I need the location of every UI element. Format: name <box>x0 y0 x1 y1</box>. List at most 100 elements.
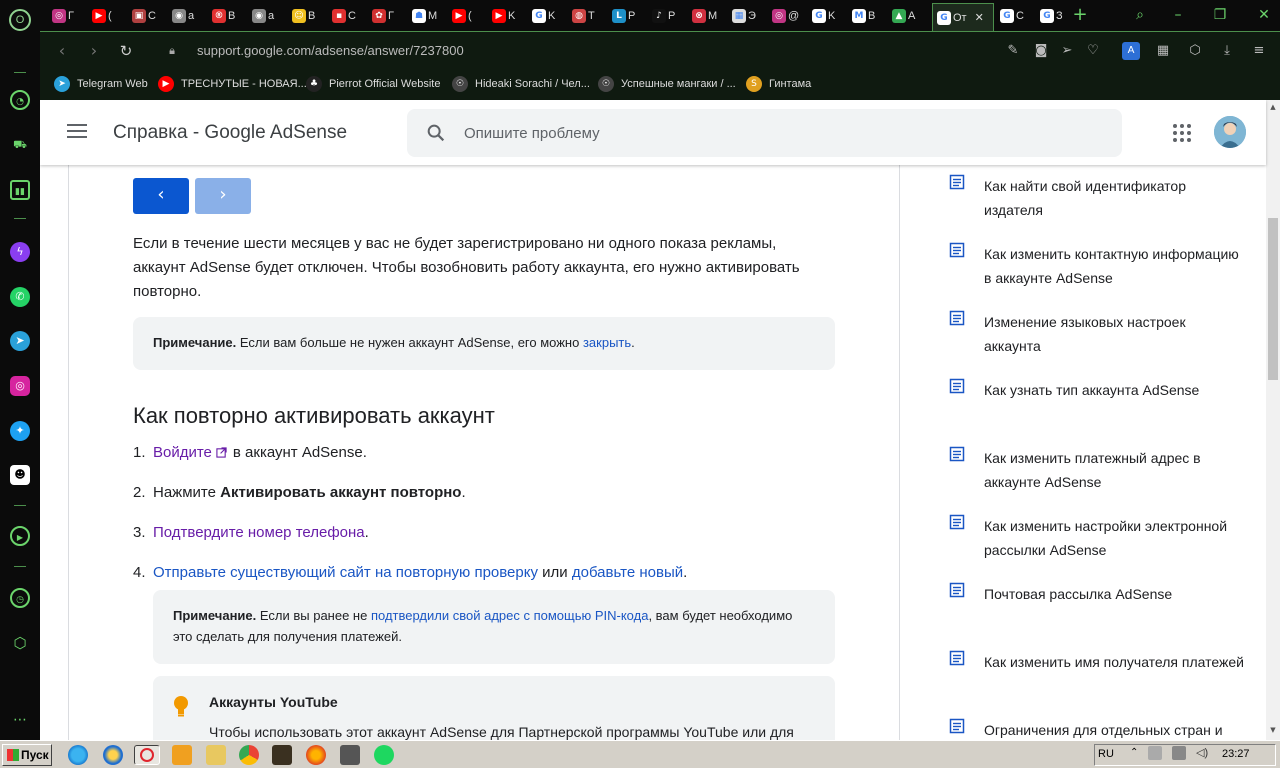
prev-page-button[interactable]: ‹ <box>133 178 189 214</box>
discord-icon[interactable]: ☻ <box>10 465 30 485</box>
telegram-icon[interactable]: ➤ <box>10 331 30 351</box>
browser-tab[interactable]: ▲ A <box>892 5 928 27</box>
opera-logo-icon[interactable]: O <box>9 9 31 31</box>
next-page-button[interactable]: › <box>195 178 251 214</box>
qr-icon[interactable]: ▦ <box>1154 42 1172 60</box>
cube-icon[interactable]: ⬡ <box>1186 42 1204 60</box>
clock[interactable]: 23:27 <box>1222 748 1250 760</box>
bookmark-item[interactable]: ☉ Успешные мангаки / ... <box>598 76 736 92</box>
browser-tab[interactable]: ♪ Р <box>652 5 688 27</box>
browser-tab[interactable]: ▦ Э <box>732 5 768 27</box>
close-window-icon[interactable]: ✕ <box>1254 5 1274 25</box>
search-box[interactable] <box>407 109 1122 157</box>
back-icon[interactable]: ‹ <box>52 41 72 61</box>
browser-tab[interactable]: G От ✕ <box>932 3 994 31</box>
main-menu-icon[interactable] <box>67 124 87 140</box>
bookmark-item[interactable]: ☉ Hideaki Sorachi / Чел... <box>452 76 590 92</box>
add-new-site-link[interactable]: добавьте новый <box>572 564 683 581</box>
related-article-link[interactable]: Как найти свой идентификатор издателя <box>949 174 1249 222</box>
page-title[interactable]: Справка - Google AdSense <box>113 122 347 144</box>
battery-icon[interactable] <box>1172 746 1186 760</box>
browser-tab[interactable]: ▶( <box>452 5 488 27</box>
twitch-icon[interactable]: ▮▮ <box>10 180 30 200</box>
browser-tab[interactable]: ▶( <box>92 5 128 27</box>
chrome-icon[interactable] <box>239 745 259 765</box>
browser-tab[interactable]: ◎ Г <box>52 5 88 27</box>
related-article-link[interactable]: Почтовая рассылка AdSense <box>949 582 1249 630</box>
start-button[interactable]: Пуск <box>2 744 52 766</box>
browser-tab[interactable]: ◍ Т <box>572 5 608 27</box>
browser-tab[interactable]: ⊗ M <box>692 5 728 27</box>
opera-taskbar-icon[interactable] <box>134 745 160 765</box>
minimize-icon[interactable]: – <box>1168 5 1188 25</box>
camera-icon[interactable]: ◙ <box>1032 42 1050 60</box>
restore-icon[interactable]: ❐ <box>1210 5 1230 25</box>
bookmark-item[interactable]: ▶ ТРЕСНУТЫЕ - НОВАЯ... <box>158 76 307 92</box>
messenger-icon[interactable]: ϟ <box>10 242 30 262</box>
avatar[interactable] <box>1214 116 1246 148</box>
browser-tab[interactable]: ▶ K <box>492 5 528 27</box>
media-player-icon[interactable] <box>172 745 192 765</box>
browser-tab[interactable]: ® В <box>212 5 248 27</box>
browser-tab[interactable]: GK <box>812 5 848 27</box>
browser-tab[interactable]: ◎ @ <box>772 5 808 27</box>
volume-icon[interactable]: ◁) <box>1196 746 1208 759</box>
related-article-link[interactable]: Как узнать тип аккаунта AdSense <box>949 378 1249 426</box>
google-apps-icon[interactable] <box>1173 124 1191 142</box>
sign-in-link[interactable]: Войдите <box>153 444 212 461</box>
verify-phone-link[interactable]: Подтвердите номер телефона <box>153 524 365 541</box>
browser-tab[interactable]: ✿ Г <box>372 5 408 27</box>
browser-tab[interactable]: ▪ С <box>332 5 368 27</box>
heart-icon[interactable]: ♡ <box>1084 42 1102 60</box>
browser-tab[interactable]: GС <box>1000 5 1036 27</box>
related-article-link[interactable]: Как изменить контактную информацию в акк… <box>949 242 1249 290</box>
tray-expand-icon[interactable]: ⌃ <box>1130 747 1138 758</box>
menu-lines-icon[interactable]: ≡ <box>1250 42 1268 60</box>
reload-icon[interactable]: ↻ <box>116 41 136 61</box>
speed-dial-icon[interactable]: ◔ <box>10 90 30 110</box>
app-icon[interactable] <box>272 745 292 765</box>
related-article-link[interactable]: Изменение языковых настроек аккаунта <box>949 310 1249 358</box>
browser-tab[interactable]: ▣ C <box>132 5 168 27</box>
firefox-icon[interactable] <box>306 745 326 765</box>
related-article-link[interactable]: Ограничения для отдельных стран и регион… <box>949 718 1249 740</box>
tab-search-icon[interactable]: ⌕ <box>1130 5 1150 25</box>
search-input[interactable] <box>464 121 1064 145</box>
download-icon[interactable]: ⤓ <box>1218 42 1236 60</box>
folder-icon[interactable] <box>206 745 226 765</box>
spotify-icon[interactable] <box>374 745 394 765</box>
new-tab-plus-icon[interactable]: + <box>1070 5 1090 25</box>
scroll-up-icon[interactable]: ▲ <box>1269 103 1277 111</box>
browser-tab[interactable]: ☗ M <box>412 5 448 27</box>
close-tab-icon[interactable]: ✕ <box>975 11 984 24</box>
url-field[interactable]: support.google.com/adsense/answer/723780… <box>197 43 464 58</box>
related-article-link[interactable]: Как изменить имя получателя платежей <box>949 650 1249 698</box>
language-indicator[interactable]: RU <box>1098 748 1114 760</box>
internet-explorer-icon[interactable] <box>103 745 123 765</box>
history-icon[interactable]: ◷ <box>10 588 30 608</box>
bookmark-item[interactable]: ♣ Pierrot Official Website <box>306 76 440 92</box>
player-icon[interactable]: ▶ <box>10 526 30 546</box>
browser-tab[interactable]: GK <box>532 5 568 27</box>
twitter-icon[interactable]: ✦ <box>10 421 30 441</box>
resubmit-site-link[interactable]: Отправьте существующий сайт на повторную… <box>153 564 538 581</box>
browser-tab[interactable]: MB <box>852 5 888 27</box>
browser-tab[interactable]: LР <box>612 5 648 27</box>
browser-tab[interactable]: ☺ B <box>292 5 328 27</box>
shopping-bag-icon[interactable]: ⛟ <box>10 135 30 155</box>
translate-icon[interactable]: A <box>1122 42 1140 60</box>
extensions-cube-icon[interactable]: ⬡ <box>10 633 30 653</box>
edge-icon[interactable] <box>68 745 88 765</box>
scroll-thumb[interactable] <box>1268 218 1278 380</box>
bookmark-item[interactable]: S Гинтама <box>746 76 811 92</box>
calculator-icon[interactable] <box>340 745 360 765</box>
related-article-link[interactable]: Как изменить настройки электронной рассы… <box>949 514 1249 562</box>
page-scrollbar[interactable]: ▲ ▼ <box>1266 100 1280 740</box>
network-icon[interactable] <box>1148 746 1162 760</box>
whatsapp-icon[interactable]: ✆ <box>10 287 30 307</box>
related-article-link[interactable]: Как изменить платежный адрес в аккаунте … <box>949 446 1249 494</box>
send-icon[interactable]: ➢ <box>1058 42 1076 60</box>
more-icon[interactable]: ⋯ <box>10 710 30 730</box>
forward-icon[interactable]: › <box>84 41 104 61</box>
pin-verify-link[interactable]: подтвердили свой адрес с помощью PIN-код… <box>371 608 648 623</box>
